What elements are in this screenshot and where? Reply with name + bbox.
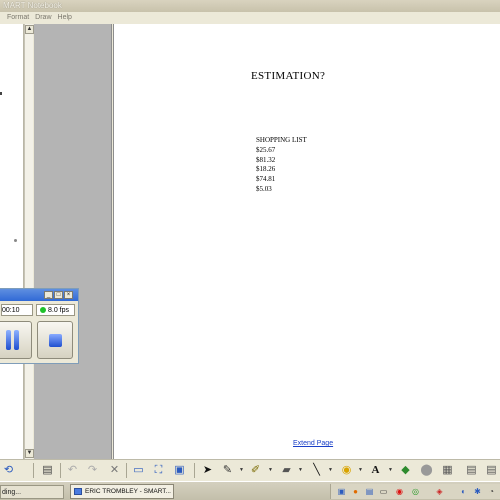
scroll-down-button[interactable]: ▼	[25, 449, 34, 458]
shopping-list: SHOPPING LIST $25.67 $81.32 $18.26 $74.8…	[256, 136, 307, 195]
menu-bar: Format Draw Help	[0, 12, 500, 24]
close-button[interactable]: ×	[64, 291, 73, 299]
elapsed-time: 00:10	[1, 304, 33, 316]
chrome-icon[interactable]: ◎	[411, 487, 420, 496]
menu-format[interactable]: Format	[7, 12, 29, 24]
pen-icon[interactable]: ✎	[220, 463, 235, 478]
taskbar-status: ding...	[0, 485, 64, 499]
list-item: $18.26	[256, 165, 276, 174]
taskbar-window-button[interactable]: ERIC TROMBLEY - SMART...	[70, 484, 174, 499]
security-icon[interactable]: ◈	[435, 487, 444, 496]
recorder-title-bar[interactable]: _ □ ×	[0, 289, 78, 301]
line-icon[interactable]: ╲	[309, 463, 324, 478]
monitor-icon[interactable]: ▭	[379, 487, 388, 496]
list-item: $74.81	[256, 175, 276, 184]
redo-icon[interactable]: ↷	[85, 463, 100, 478]
toolbar-icon[interactable]: ▤	[464, 463, 479, 478]
undo-icon[interactable]: ↶	[65, 463, 80, 478]
screen-icon[interactable]: ▭	[131, 463, 146, 478]
copy-icon[interactable]: ▤	[40, 463, 55, 478]
menu-help[interactable]: Help	[58, 12, 72, 24]
scroll-up-button[interactable]: ▲	[25, 25, 34, 34]
network-icon[interactable]: ▣	[337, 487, 346, 496]
recording-status-icon	[40, 307, 46, 313]
recorder-window: _ □ × 00:10 8.0 fps	[0, 288, 79, 364]
fps-value: 8.0 fps	[48, 307, 70, 314]
firefox-icon[interactable]: ●	[351, 487, 360, 496]
list-item: $81.32	[256, 155, 276, 164]
taskbar-window-label: ERIC TROMBLEY - SMART...	[85, 488, 171, 495]
window-title: MART Notebook	[3, 1, 62, 10]
list-item: $5.03	[256, 184, 272, 193]
recorder-status: 00:10 8.0 fps	[0, 304, 76, 316]
eraser-icon[interactable]: ▰	[279, 463, 294, 478]
fullscreen-icon[interactable]: ⛶	[151, 463, 166, 478]
paste-icon[interactable]: ⟲	[1, 463, 16, 478]
shape-icon[interactable]: ◆	[398, 463, 413, 478]
vertical-scrollbar[interactable]: ▲ ▼	[24, 24, 34, 459]
extend-page-link[interactable]: Extend Page	[293, 440, 333, 447]
title-bar: MART Notebook	[0, 0, 500, 12]
taskbar: ding... ERIC TROMBLEY - SMART... ▣ ● ▤ ▭…	[0, 481, 500, 500]
stop-button[interactable]	[37, 321, 73, 359]
tools-toolbar: ⟲ ▤ ↶ ↷ ✕ ▭ ⛶ ▣ ➤ ✎ ▼ ✐ ▼ ▰ ▼ ╲ ▼ ◉ ▼ A …	[0, 459, 500, 481]
shopping-list-heading: SHOPPING LIST	[256, 136, 307, 144]
delete-icon[interactable]: ✕	[107, 463, 122, 478]
side-panel-marker	[0, 92, 2, 95]
stop-icon	[49, 334, 62, 347]
clock-icon[interactable]: ◔	[487, 487, 496, 496]
notebook-icon[interactable]: ▤	[365, 487, 374, 496]
speaker-icon[interactable]: ◉	[395, 487, 404, 496]
page-title: ESTIMATION?	[251, 70, 326, 82]
bluetooth-icon[interactable]: ✱	[473, 487, 482, 496]
system-tray: ▣ ● ▤ ▭ ◉ ◎ ◈ ◐ ✱ ◔	[330, 484, 500, 499]
select-arrow-icon[interactable]: ➤	[200, 463, 215, 478]
pause-icon	[6, 330, 20, 350]
menu-draw[interactable]: Draw	[35, 12, 51, 24]
notebook-page[interactable]: ESTIMATION? SHOPPING LIST $25.67 $81.32 …	[113, 24, 500, 459]
highlighter-icon[interactable]: ✐	[248, 463, 263, 478]
smart-notebook-icon	[74, 488, 82, 495]
side-panel-dot	[14, 239, 17, 242]
minimize-button[interactable]: _	[44, 291, 53, 299]
table-icon[interactable]: ⬤	[419, 463, 434, 478]
list-item: $25.67	[256, 145, 276, 154]
side-panel	[0, 24, 24, 459]
toolbar-icon[interactable]: ▤	[484, 463, 499, 478]
gallery-panel	[34, 24, 112, 459]
maximize-button[interactable]: □	[54, 291, 63, 299]
text-icon[interactable]: A	[368, 463, 383, 478]
frame-rate: 8.0 fps	[36, 304, 75, 316]
capture-icon[interactable]: ▣	[172, 463, 187, 478]
volume-icon[interactable]: ◐	[459, 487, 468, 496]
fill-icon[interactable]: ◉	[339, 463, 354, 478]
pause-button[interactable]	[0, 321, 32, 359]
properties-icon[interactable]: ▦	[440, 463, 455, 478]
